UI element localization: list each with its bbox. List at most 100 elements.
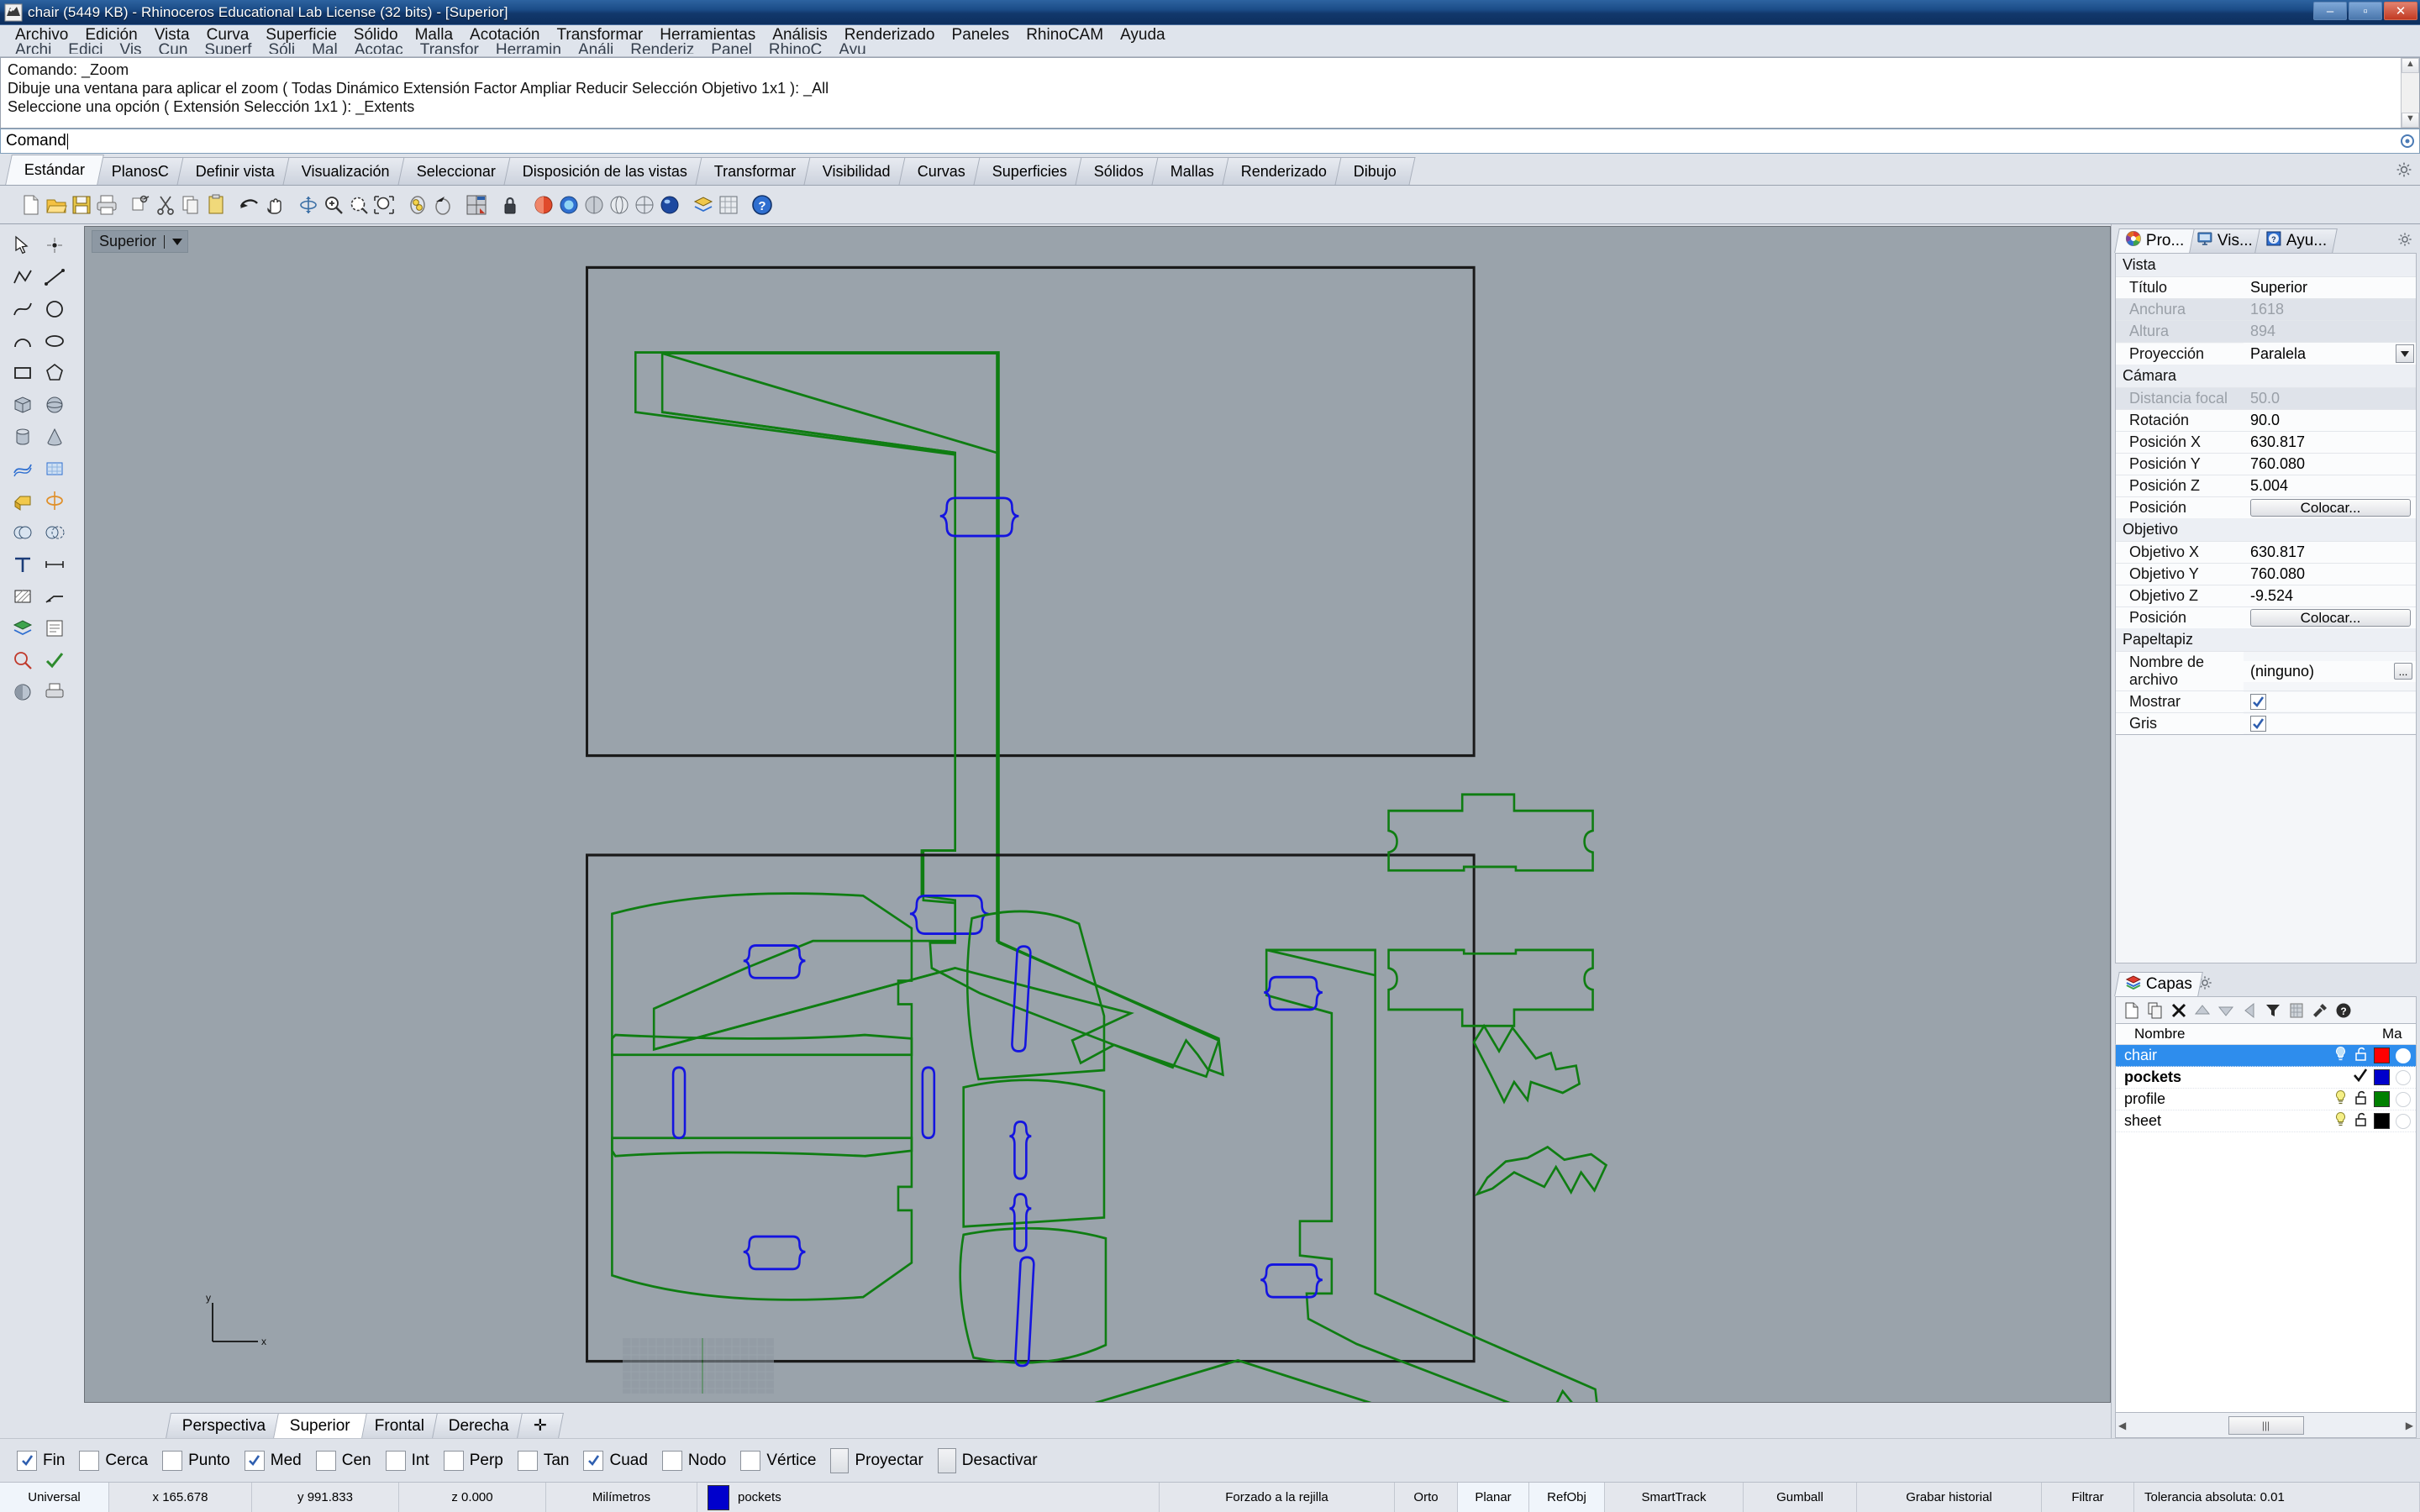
toolbar-tab-visualizacin[interactable]: Visualización [282, 157, 409, 185]
layer-visibility-bulb-icon[interactable] [2333, 1111, 2348, 1131]
move-down-icon[interactable] [2215, 1000, 2237, 1021]
move-left-icon[interactable] [2238, 1000, 2260, 1021]
viewport-layout-icon[interactable] [464, 192, 489, 218]
osnap-checkbox[interactable] [830, 1447, 850, 1473]
analysis-icon[interactable] [7, 645, 39, 675]
toolbar-tab-seleccionar[interactable]: Seleccionar [397, 157, 515, 185]
osnap-desactivar[interactable]: Desactivar [937, 1447, 1038, 1473]
property-value[interactable]: 760.080 [2244, 564, 2416, 585]
osnap-nodo[interactable]: Nodo [661, 1450, 726, 1471]
osnap-int[interactable]: Int [385, 1450, 429, 1471]
layer-visibility-bulb-icon[interactable] [2333, 1089, 2348, 1110]
scroll-right-arrow[interactable]: ▶ [2406, 1420, 2413, 1431]
command-options-icon[interactable] [2399, 133, 2416, 150]
osnap-checkbox[interactable] [740, 1450, 761, 1471]
property-value[interactable]: 630.817 [2244, 542, 2416, 563]
toolbar-tab-planosc[interactable]: PlanosC [92, 157, 188, 185]
toolbar-tab-mallas[interactable]: Mallas [1151, 157, 1234, 185]
delete-layer-icon[interactable] [2168, 1000, 2190, 1021]
command-scrollbar[interactable]: ▲ ▼ [2401, 58, 2419, 128]
tab-help[interactable]: ? Ayu... [2254, 228, 2338, 253]
viewport-tab-perspectiva[interactable]: Perspectiva [166, 1413, 283, 1438]
property-value[interactable]: 50.0 [2244, 388, 2416, 409]
boolean-difference-icon[interactable] [39, 517, 71, 548]
arc-icon[interactable] [7, 326, 39, 356]
revolve-icon[interactable] [39, 486, 71, 516]
pan-hand-icon[interactable] [262, 192, 287, 218]
menu-item-ayuda[interactable]: Ayuda [1112, 25, 1174, 44]
tool-row[interactable] [0, 453, 84, 485]
status-cplane[interactable]: Universal [0, 1483, 109, 1512]
layer-row[interactable]: sheet [2116, 1110, 2416, 1132]
help-icon[interactable]: ? [750, 192, 775, 218]
layer-lock-icon[interactable] [2354, 1089, 2368, 1110]
osnap-checkbox[interactable] [443, 1450, 464, 1471]
toolbar-tab-strip[interactable]: Estándar PlanosC Definir vista Visualizació… [0, 154, 2420, 186]
check-mark-icon[interactable] [39, 645, 71, 675]
tool-row[interactable] [0, 612, 84, 644]
cylinder-icon[interactable] [7, 422, 39, 452]
property-value[interactable]: Colocar... [2244, 607, 2416, 628]
colocar-button[interactable]: Colocar... [2250, 499, 2411, 517]
ellipse-icon[interactable] [39, 326, 71, 356]
tool-row[interactable] [0, 261, 84, 293]
grid-snap-icon[interactable] [716, 192, 741, 218]
copy-icon[interactable] [178, 192, 203, 218]
osnap-checkbox[interactable] [517, 1450, 538, 1471]
checkbox[interactable] [2250, 716, 2266, 732]
property-value[interactable]: 1618 [2244, 299, 2416, 320]
close-button[interactable]: ✕ [2384, 2, 2417, 20]
osnap-checkbox[interactable] [583, 1450, 604, 1471]
property-value[interactable]: (ninguno)... [2244, 660, 2416, 682]
print-icon[interactable] [94, 192, 119, 218]
tab-layers[interactable]: Capas [2114, 972, 2203, 996]
status-grid-snap[interactable]: Forzado a la rejilla [1160, 1483, 1395, 1512]
properties-content[interactable]: Vista Título Superior Anchura 1618 Altura 894 P… [2115, 253, 2417, 735]
scrollbar-thumb[interactable]: ||| [2228, 1415, 2304, 1435]
tab-display[interactable]: Vis... [2186, 228, 2265, 253]
open-file-icon[interactable] [44, 192, 69, 218]
tool-row[interactable] [0, 485, 84, 517]
status-ortho[interactable]: Orto [1395, 1483, 1458, 1512]
status-filter[interactable]: Filtrar [2042, 1483, 2134, 1512]
property-value[interactable] [2244, 692, 2416, 711]
viewport-tab-strip[interactable]: Perspectiva Superior Frontal Derecha ✛ [84, 1403, 2111, 1438]
osnap-cerca[interactable]: Cerca [79, 1450, 148, 1471]
osnap-checkbox[interactable] [385, 1450, 406, 1471]
surface-loft-icon[interactable] [7, 454, 39, 484]
property-value[interactable]: Superior [2244, 277, 2416, 298]
hatch-icon[interactable] [7, 581, 39, 612]
toolbar-tab-definirvista[interactable]: Definir vista [176, 157, 294, 185]
tool-row[interactable] [0, 517, 84, 549]
new-file-icon[interactable] [18, 192, 44, 218]
select-objects-icon[interactable] [405, 192, 430, 218]
osnap-med[interactable]: Med [244, 1450, 302, 1471]
help-icon[interactable]: ? [2333, 1000, 2354, 1021]
undo-icon[interactable] [237, 192, 262, 218]
panel-options-gear-icon[interactable] [2396, 231, 2413, 248]
dimension-icon[interactable] [39, 549, 71, 580]
layer-row[interactable]: chair [2116, 1045, 2416, 1067]
circle-icon[interactable] [39, 294, 71, 324]
layers-toolbar-icon[interactable] [691, 192, 716, 218]
osnap-checkbox[interactable] [79, 1450, 100, 1471]
menu-item-paneles[interactable]: Paneles [944, 25, 1018, 44]
command-input-line[interactable]: Comand [0, 129, 2420, 154]
cone-icon[interactable] [39, 422, 71, 452]
properties-left-icon[interactable] [39, 613, 71, 643]
tool-row[interactable] [0, 357, 84, 389]
colocar-button[interactable]: Colocar... [2250, 609, 2411, 627]
toolbar-tab-estndar[interactable]: Estándar [5, 155, 104, 185]
osnap-tan[interactable]: Tan [517, 1450, 569, 1471]
curve-icon[interactable] [7, 294, 39, 324]
minimize-button[interactable]: – [2313, 2, 2347, 20]
properties-tab-strip[interactable]: Pro... Vis... ? Ayu... [2112, 224, 2420, 253]
arrow-select-icon[interactable] [7, 230, 39, 260]
sphere-icon[interactable] [39, 390, 71, 420]
scroll-down-arrow[interactable]: ▼ [2402, 113, 2419, 128]
toolbar-tab-disposicindelasvistas[interactable]: Disposición de las vistas [503, 157, 707, 185]
osnap-checkbox[interactable] [244, 1450, 265, 1471]
polyline-icon[interactable] [7, 262, 39, 292]
property-value[interactable]: 5.004 [2244, 475, 2416, 496]
property-value[interactable]: 894 [2244, 321, 2416, 342]
